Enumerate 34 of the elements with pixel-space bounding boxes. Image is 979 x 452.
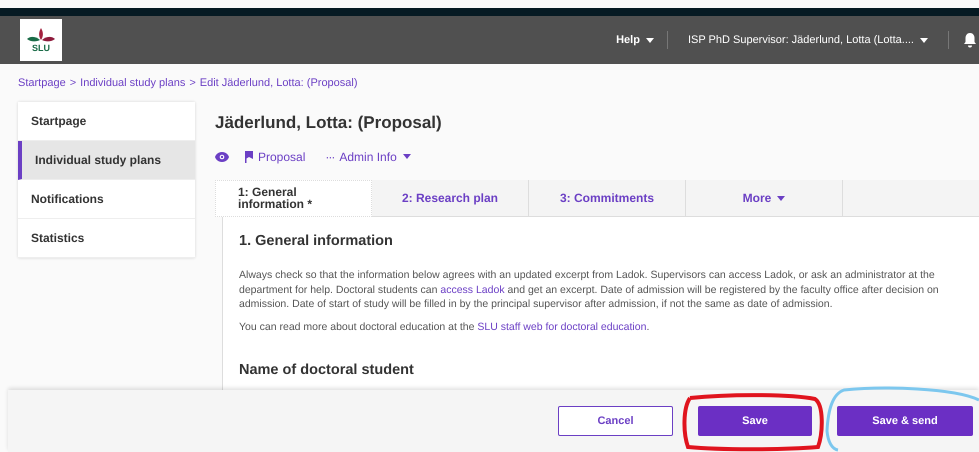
save-button[interactable]: Save: [698, 406, 812, 436]
section-heading: Name of doctoral student: [239, 361, 415, 380]
user-menu[interactable]: ISP PhD Supervisor: Jäderlund, Lotta (Lotta....: [668, 32, 948, 48]
sidebar-item[interactable]: Individual study plans: [18, 141, 195, 180]
sidebar-item[interactable]: Startpage: [18, 102, 195, 141]
logo-text: SLU: [32, 44, 50, 52]
breadcrumb-separator: >: [70, 76, 76, 91]
caret-icon: [646, 38, 654, 42]
page-title: Jäderlund, Lotta: (Proposal): [215, 112, 443, 134]
leaf-logo-icon: [27, 28, 55, 44]
section-heading: 1. General information: [239, 232, 394, 250]
save-button[interactable]: Save & send: [837, 406, 973, 436]
help-menu[interactable]: Help: [616, 32, 667, 48]
eye-icon[interactable]: [215, 152, 229, 162]
sidebar-item[interactable]: Notifications: [18, 180, 195, 219]
caret-icon: [920, 38, 928, 42]
status-link[interactable]: Proposal: [245, 148, 306, 166]
cancel-button[interactable]: Cancel: [558, 406, 673, 436]
caret-icon: [777, 196, 786, 200]
info-paragraph: You can read more about doctoral education at the SLU staff web for doctoral education.: [239, 320, 650, 334]
breadcrumb-separator: >: [189, 76, 196, 91]
tab[interactable]: 1: General information *: [215, 180, 372, 216]
text-link[interactable]: access Ladok: [440, 284, 505, 296]
info-paragraph: Always check so that the information below agrees with an updated excerpt from Ladok. Supervisors can access Ladok, or ask an administrator at the department for help. Doctoral students can access Ladok and get an excerpt. Date of admission will be registered by the faculty office after decision on admission. Date of start of study will be filled in by the principal supervisor after admission, if not the same as date of admission.: [239, 268, 940, 312]
breadcrumb-link[interactable]: Individual study plans: [80, 74, 186, 92]
flag-icon: [245, 150, 253, 162]
admin-info-menu[interactable]: ··· Admin Info: [325, 148, 411, 166]
notification-bell-icon[interactable]: [963, 32, 977, 48]
breadcrumb-link[interactable]: Startpage: [18, 74, 66, 92]
caret-icon: [402, 154, 411, 159]
sidebar-item[interactable]: Statistics: [18, 219, 195, 258]
breadcrumb-link[interactable]: Edit Jäderlund, Lotta: (Proposal): [200, 74, 358, 92]
ellipsis-icon: ···: [325, 148, 334, 166]
text-link[interactable]: SLU staff web for doctoral education: [477, 320, 646, 333]
